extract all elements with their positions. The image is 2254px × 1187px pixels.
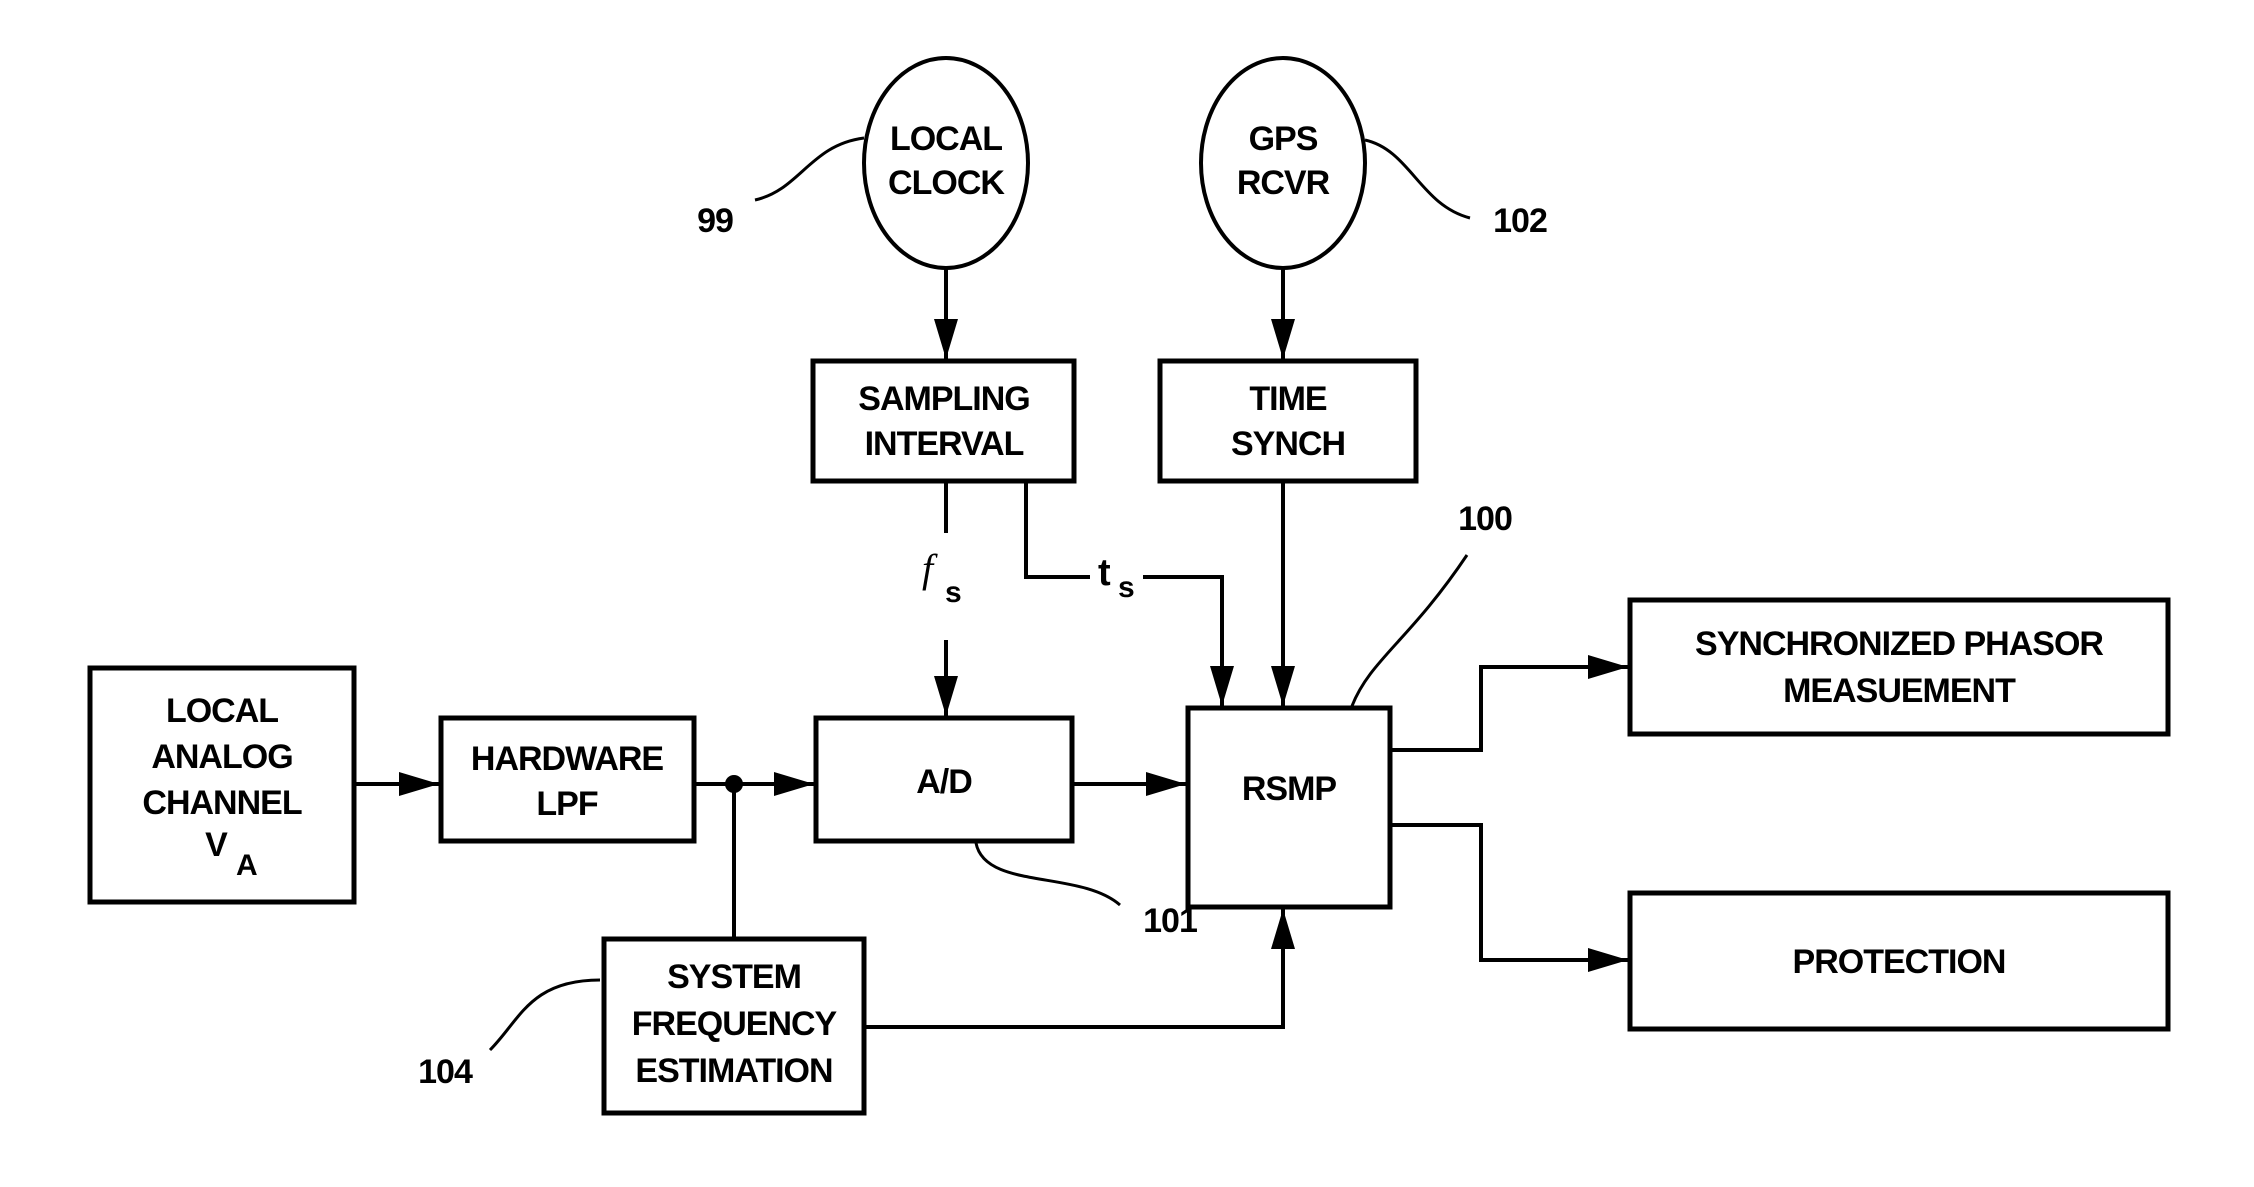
signal-ts-label: t s [1098, 552, 1135, 604]
local-clock-label-line1: LOCAL [890, 120, 1002, 158]
sampling-interval-label-line1: SAMPLING [858, 380, 1029, 418]
system-frequency-label-line3: ESTIMATION [635, 1052, 832, 1090]
edge-rsmp-to-protection [1390, 823, 1628, 972]
local-analog-label-line3: CHANNEL [142, 784, 301, 822]
system-frequency-label-line1: SYSTEM [667, 958, 801, 996]
hardware-lpf-block: HARDWARE LPF [438, 715, 697, 844]
gps-rcvr-label-line1: GPS [1249, 120, 1318, 158]
ts-subscript: s [1118, 571, 1135, 604]
edge-sampling-to-rsmp-right [1143, 575, 1234, 706]
leader-102 [1364, 138, 1471, 220]
sampling-interval-block: SAMPLING INTERVAL [810, 358, 1077, 484]
leader-99 [754, 136, 865, 202]
hardware-lpf-label-line2: LPF [536, 785, 597, 823]
local-clock-circle [862, 56, 1030, 270]
time-synch-box [1157, 358, 1419, 484]
rsmp-block: RSMP [1185, 705, 1393, 910]
gps-rcvr-node: GPS RCVR [1199, 56, 1367, 270]
protection-label: PROTECTION [1793, 943, 2006, 981]
ref-104: 104 [418, 1053, 473, 1091]
va-symbol: V [205, 826, 228, 864]
system-frequency-label-line2: FREQUENCY [632, 1005, 838, 1043]
time-synch-label-line2: SYNCH [1231, 425, 1345, 463]
ref-100: 100 [1458, 500, 1512, 538]
ad-label: A/D [916, 763, 972, 801]
fs-symbol: f [922, 546, 938, 591]
reference-leaders [488, 136, 1471, 1052]
synchronized-phasor-label-line1: SYNCHRONIZED PHASOR [1695, 625, 2103, 663]
time-synch-block: TIME SYNCH [1157, 358, 1419, 484]
system-frequency-block: SYSTEM FREQUENCY ESTIMATION [601, 936, 867, 1116]
local-analog-channel-block: LOCAL ANALOG CHANNEL V A [87, 665, 357, 905]
ad-block: A/D [813, 715, 1075, 844]
rsmp-label: RSMP [1242, 770, 1337, 808]
edge-sampling-to-rsmp-left [1024, 483, 1090, 579]
signal-fs-label: f s [922, 546, 962, 609]
ts-symbol: t [1098, 552, 1111, 594]
ref-102: 102 [1493, 202, 1547, 240]
time-synch-label-line1: TIME [1249, 380, 1327, 418]
fs-subscript: s [945, 576, 962, 609]
gps-rcvr-circle [1199, 56, 1367, 270]
protection-block: PROTECTION [1627, 890, 2171, 1032]
synchronized-phasor-block: SYNCHRONIZED PHASOR MEASUEMENT [1627, 597, 2171, 737]
gps-rcvr-label-line2: RCVR [1237, 164, 1330, 202]
ref-99: 99 [697, 202, 733, 240]
sampling-interval-box [810, 358, 1077, 484]
synchronized-phasor-box [1627, 597, 2171, 737]
sampling-interval-label-line2: INTERVAL [865, 425, 1024, 463]
hardware-lpf-label-line1: HARDWARE [471, 740, 664, 778]
local-clock-label-line2: CLOCK [888, 164, 1005, 202]
leader-104 [488, 978, 601, 1052]
synchronized-phasor-label-line2: MEASUEMENT [1783, 672, 2016, 710]
local-analog-label-line2: ANALOG [151, 738, 292, 776]
va-subscript: A [236, 849, 258, 882]
edge-sysfreq-to-rsmp [864, 909, 1295, 1029]
leader-100 [1350, 554, 1469, 707]
block-diagram: LOCAL CLOCK 99 GPS RCVR 102 SAMPLING INT… [87, 56, 2171, 1116]
edge-rsmp-to-phasor [1390, 655, 1628, 752]
local-analog-label-line1: LOCAL [166, 692, 278, 730]
leader-101 [974, 842, 1121, 907]
local-clock-node: LOCAL CLOCK [862, 56, 1030, 270]
